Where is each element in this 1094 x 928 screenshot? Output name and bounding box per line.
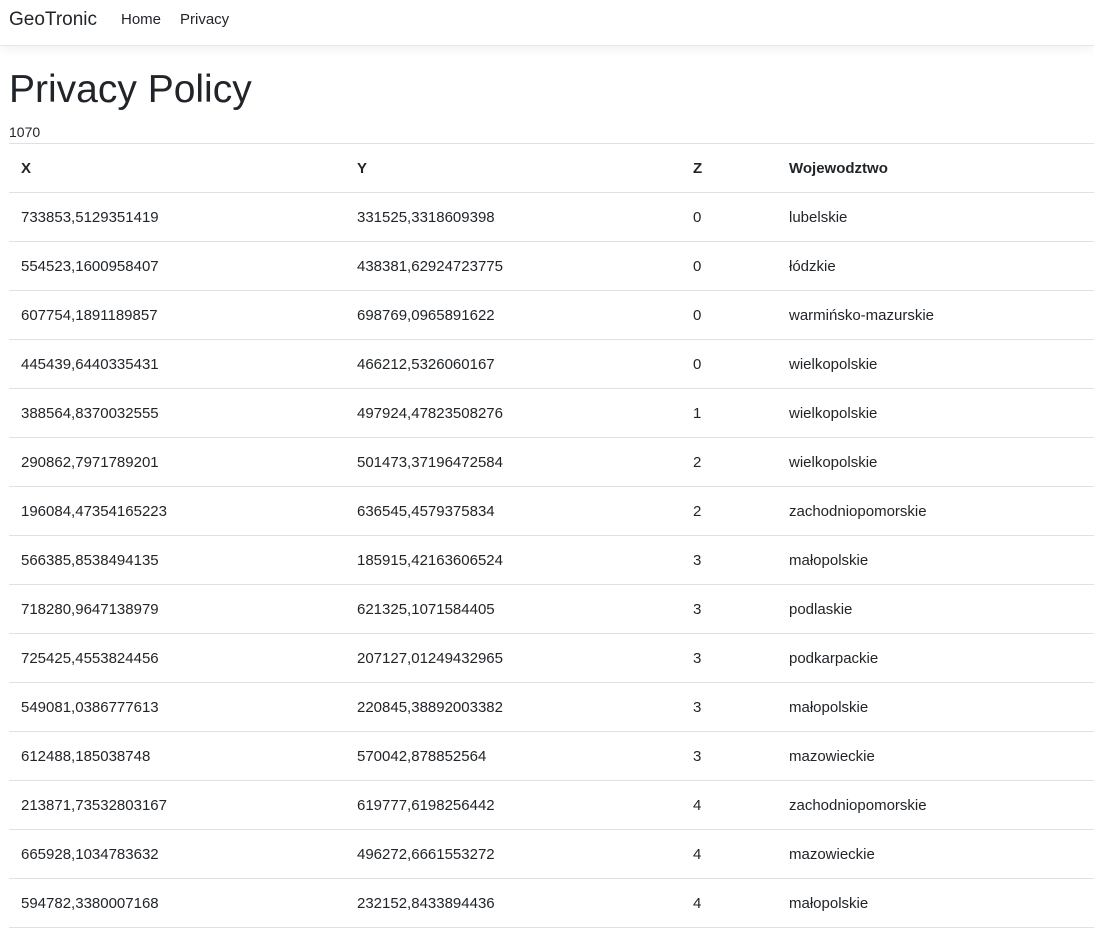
cell-y: 331525,3318609398 (345, 192, 681, 242)
cell-z: 3 (681, 584, 777, 634)
cell-y: 207127,01249432965 (345, 633, 681, 683)
table-row: 388564,8370032555 497924,47823508276 1 wiel… (9, 388, 1094, 438)
cell-z: 3 (681, 633, 777, 683)
table-body: 733853,5129351419 331525,3318609398 0 lubel… (9, 192, 1094, 928)
cell-y: 232152,8433894436 (345, 878, 681, 928)
column-header-y: Y (345, 143, 681, 193)
cell-y: 698769,0965891622 (345, 290, 681, 340)
cell-y: 185915,42163606524 (345, 535, 681, 585)
cell-y: 438381,62924723775 (345, 241, 681, 291)
table-row: 196084,47354165223 636545,4579375834 2 zach… (9, 486, 1094, 536)
column-header-z: Z (681, 143, 777, 193)
cell-x: 718280,9647138979 (9, 584, 345, 634)
cell-x: 554523,1600958407 (9, 241, 345, 291)
cell-x: 665928,1034783632 (9, 829, 345, 879)
table-row: 725425,4553824456 207127,01249432965 3 podk… (9, 633, 1094, 683)
cell-x: 290862,7971789201 (9, 437, 345, 487)
cell-x: 213871,73532803167 (9, 780, 345, 830)
cell-x: 607754,1891189857 (9, 290, 345, 340)
cell-wojewodztwo: wielkopolskie (777, 437, 1094, 487)
cell-z: 0 (681, 192, 777, 242)
cell-z: 3 (681, 731, 777, 781)
table-row: 718280,9647138979 621325,1071584405 3 podla… (9, 584, 1094, 634)
coordinates-table: X Y Z Wojewodztwo 733853,5129351419 33152… (9, 143, 1094, 928)
cell-x: 566385,8538494135 (9, 535, 345, 585)
cell-x: 196084,47354165223 (9, 486, 345, 536)
cell-y: 636545,4579375834 (345, 486, 681, 536)
cell-y: 496272,6661553272 (345, 829, 681, 879)
cell-y: 621325,1071584405 (345, 584, 681, 634)
cell-y: 497924,47823508276 (345, 388, 681, 438)
table-row: 733853,5129351419 331525,3318609398 0 lubel… (9, 192, 1094, 242)
cell-wojewodztwo: zachodniopomorskie (777, 486, 1094, 536)
cell-x: 445439,6440335431 (9, 339, 345, 389)
page-title: Privacy Policy (9, 68, 252, 111)
cell-y: 466212,5326060167 (345, 339, 681, 389)
cell-wojewodztwo: wielkopolskie (777, 339, 1094, 389)
cell-wojewodztwo: wielkopolskie (777, 388, 1094, 438)
cell-z: 2 (681, 486, 777, 536)
nav-link-home[interactable]: Home (121, 11, 161, 29)
cell-z: 2 (681, 437, 777, 487)
cell-z: 0 (681, 339, 777, 389)
record-count: 1070 (9, 124, 41, 140)
cell-wojewodztwo: warmińsko-mazurskie (777, 290, 1094, 340)
brand-link[interactable]: GeoTronic (9, 9, 97, 31)
cell-z: 0 (681, 290, 777, 340)
column-header-x: X (9, 143, 345, 193)
cell-y: 570042,878852564 (345, 731, 681, 781)
column-header-wojewodztwo: Wojewodztwo (777, 143, 1094, 193)
cell-x: 594782,3380007168 (9, 878, 345, 928)
cell-y: 619777,6198256442 (345, 780, 681, 830)
table-row: 607754,1891189857 698769,0965891622 0 warmi… (9, 290, 1094, 340)
cell-y: 501473,37196472584 (345, 437, 681, 487)
table-row: 566385,8538494135 185915,42163606524 3 mało… (9, 535, 1094, 585)
table-row: 612488,185038748 570042,878852564 3 mazowie… (9, 731, 1094, 781)
cell-wojewodztwo: mazowieckie (777, 829, 1094, 879)
cell-wojewodztwo: małopolskie (777, 878, 1094, 928)
table-row: 290862,7971789201 501473,37196472584 2 wiel… (9, 437, 1094, 487)
cell-wojewodztwo: łódzkie (777, 241, 1094, 291)
table-row: 445439,6440335431 466212,5326060167 0 wielk… (9, 339, 1094, 389)
cell-y: 220845,38892003382 (345, 682, 681, 732)
cell-z: 3 (681, 535, 777, 585)
table-row: 549081,0386777613 220845,38892003382 3 mało… (9, 682, 1094, 732)
navbar: GeoTronic Home Privacy (0, 0, 1094, 46)
nav-link-privacy[interactable]: Privacy (180, 11, 229, 29)
table-row: 665928,1034783632 496272,6661553272 4 mazow… (9, 829, 1094, 879)
cell-wojewodztwo: mazowieckie (777, 731, 1094, 781)
cell-z: 1 (681, 388, 777, 438)
cell-z: 4 (681, 878, 777, 928)
cell-z: 4 (681, 780, 777, 830)
cell-z: 3 (681, 682, 777, 732)
cell-wojewodztwo: podlaskie (777, 584, 1094, 634)
cell-wojewodztwo: małopolskie (777, 535, 1094, 585)
cell-x: 733853,5129351419 (9, 192, 345, 242)
cell-z: 0 (681, 241, 777, 291)
table-row: 594782,3380007168 232152,8433894436 4 małop… (9, 878, 1094, 928)
cell-wojewodztwo: małopolskie (777, 682, 1094, 732)
cell-wojewodztwo: zachodniopomorskie (777, 780, 1094, 830)
cell-wojewodztwo: lubelskie (777, 192, 1094, 242)
table-row: 213871,73532803167 619777,6198256442 4 zach… (9, 780, 1094, 830)
cell-x: 388564,8370032555 (9, 388, 345, 438)
cell-x: 725425,4553824456 (9, 633, 345, 683)
cell-z: 4 (681, 829, 777, 879)
table-header-row: X Y Z Wojewodztwo (9, 143, 1094, 193)
cell-x: 612488,185038748 (9, 731, 345, 781)
table-row: 554523,1600958407 438381,62924723775 0 łódz… (9, 241, 1094, 291)
cell-wojewodztwo: podkarpackie (777, 633, 1094, 683)
cell-x: 549081,0386777613 (9, 682, 345, 732)
